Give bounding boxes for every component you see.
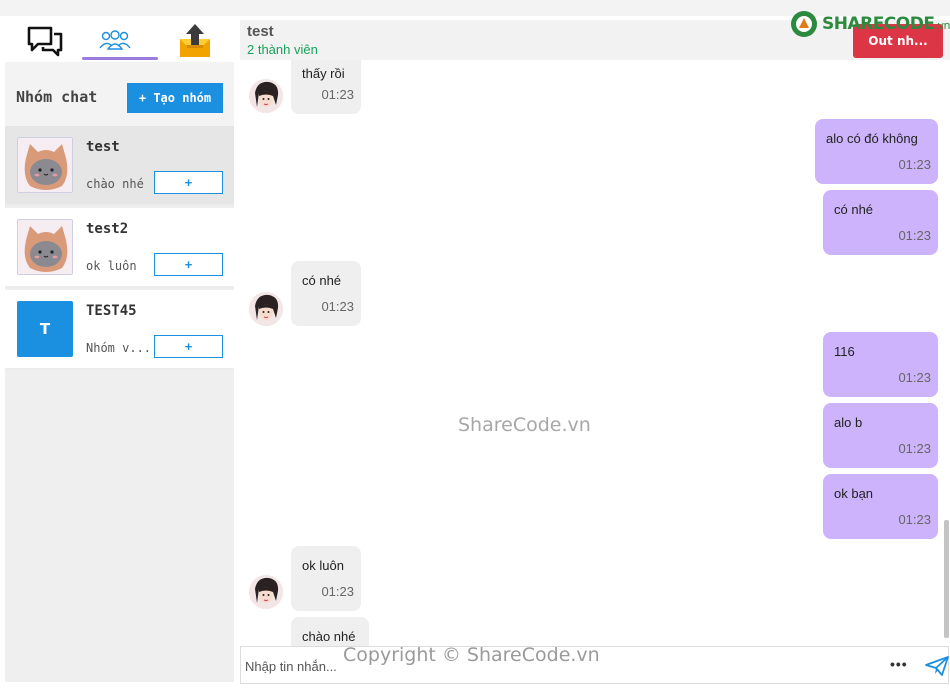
avatar [17,137,73,193]
group-list-title: Nhóm chat [16,88,98,106]
chat-bubbles-icon [27,26,63,57]
message-time: 01:23 [321,87,354,102]
sidebar-tabs [5,20,234,62]
chat-title: test [247,23,274,40]
more-options-button[interactable]: ••• [890,656,908,672]
message-text: thấy rồi [302,66,345,81]
watermark-footer: Copyright © ShareCode.vn [343,644,600,666]
message-text: chào nhé [302,629,356,644]
tab-upload[interactable] [165,22,225,60]
girl-avatar-icon [249,292,283,326]
group-icon [99,30,131,50]
sender-avatar [249,292,283,326]
message-time: 01:23 [898,441,931,456]
message-time: 01:23 [321,299,354,314]
sidebar: Nhóm chat + Tạo nhóm test chào nhé + tes… [5,20,234,682]
incoming-message: có nhé 01:23 [291,261,361,326]
watermark-center: ShareCode.vn [458,414,591,436]
message-text: ok bạn [834,486,874,501]
sharecode-logo-icon [791,11,817,37]
conversation-name: TEST45 [86,303,137,319]
conversation-name: test2 [86,221,129,237]
incoming-message: chào nhé [291,617,369,646]
sharecode-logo: SHARECODE.vn [790,10,950,38]
avatar [17,219,73,275]
add-member-button[interactable]: + [154,253,223,276]
message-time: 01:23 [898,228,931,243]
sender-avatar [249,575,283,609]
conversation-name: test [86,139,120,155]
message-text: alo có đó không [826,131,918,146]
logo-domain: .vn [934,19,950,32]
message-time: 01:23 [898,512,931,527]
add-member-button[interactable]: + [154,335,223,358]
last-message: chào nhé [86,177,144,191]
outgoing-message: alo có đó không 01:23 [815,119,938,184]
tab-chats[interactable] [15,22,75,60]
message-text: có nhé [302,273,342,288]
last-message: ok luôn [86,259,137,273]
create-group-button[interactable]: + Tạo nhóm [127,83,223,113]
logo-main: SHARECODE [822,14,935,34]
send-icon [925,656,949,676]
group-header: Nhóm chat + Tạo nhóm [5,62,234,126]
message-text: alo b [834,415,863,430]
outgoing-message: 116 01:23 [823,332,938,397]
outgoing-message: có nhé 01:23 [823,190,938,255]
sender-avatar [249,79,283,113]
incoming-message: thấy rồi 01:23 [291,60,361,114]
active-tab-indicator [82,57,158,60]
message-text: có nhé [834,202,874,217]
send-button[interactable] [925,656,949,681]
conversation-item[interactable]: test2 ok luôn + [5,208,234,288]
avatar-letter: T [17,301,73,357]
cat-avatar-icon [18,138,72,192]
tab-groups[interactable] [85,22,145,60]
conversation-item[interactable]: T TEST45 Nhóm v... + [5,290,234,370]
member-count: 2 thành viên [247,42,318,57]
add-member-button[interactable]: + [154,171,223,194]
outgoing-message: ok bạn 01:23 [823,474,938,539]
cat-avatar-icon [18,220,72,274]
girl-avatar-icon [249,575,283,609]
message-text: ok luôn [302,558,344,573]
logo-text: SHARECODE.vn [822,14,950,34]
message-list[interactable]: thấy rồi 01:23 alo có đó không 01:23 có … [240,60,950,646]
message-text: 116 [834,344,855,359]
message-time: 01:23 [898,157,931,172]
upload-box-icon [180,24,210,57]
outgoing-message: alo b 01:23 [823,403,938,468]
message-scrollbar[interactable] [944,520,949,638]
message-time: 01:23 [321,584,354,599]
message-time: 01:23 [898,370,931,385]
last-message: Nhóm v... [86,341,152,355]
incoming-message: ok luôn 01:23 [291,546,361,611]
conversation-item[interactable]: test chào nhé + [5,126,234,206]
girl-avatar-icon [249,79,283,113]
